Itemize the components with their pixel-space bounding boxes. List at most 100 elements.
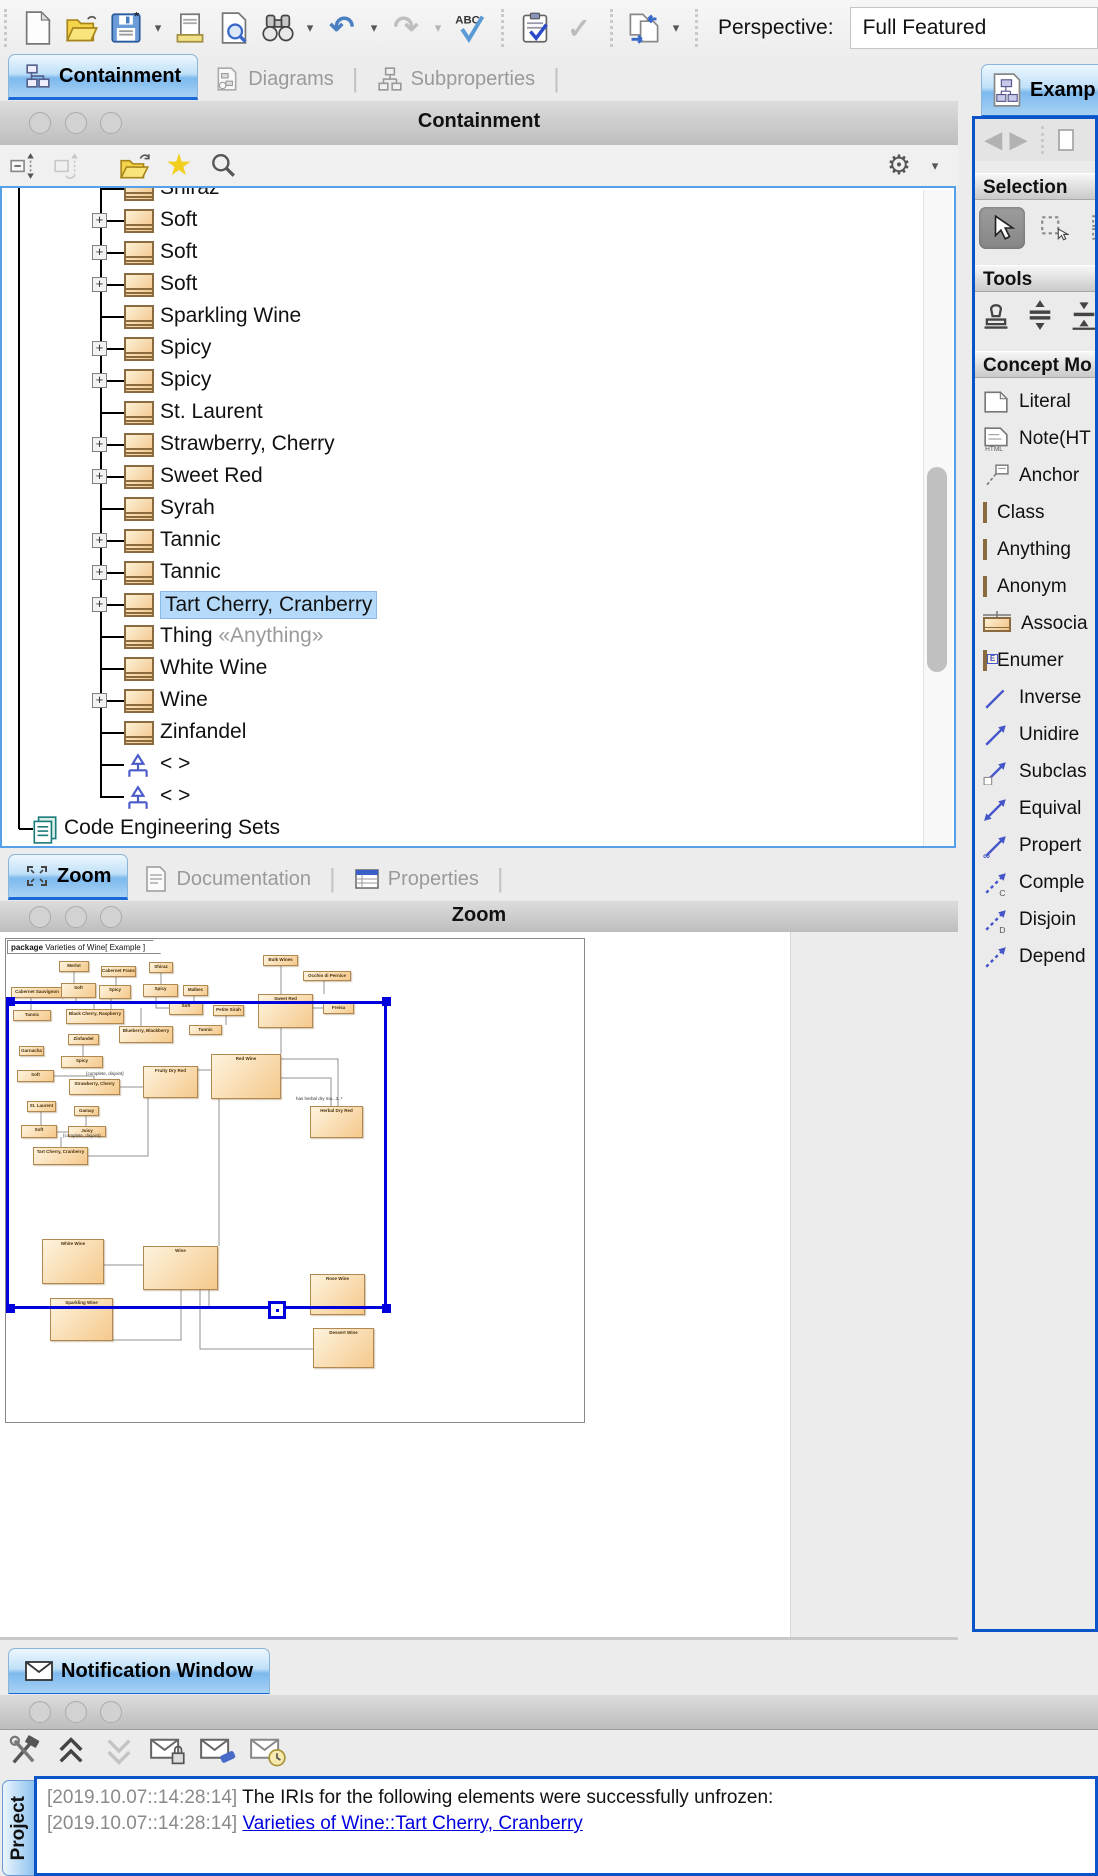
toolbox-item-literal[interactable]: Literal bbox=[975, 385, 1098, 419]
tree-item-tannic[interactable]: Tannic bbox=[160, 527, 221, 553]
marquee-select-button[interactable] bbox=[1031, 207, 1077, 249]
selection-handle[interactable] bbox=[6, 1304, 15, 1313]
tree-expander-plus[interactable]: + bbox=[92, 341, 107, 356]
tree-expander-plus[interactable]: + bbox=[92, 373, 107, 388]
toolbox-item-depend[interactable]: Depend bbox=[975, 940, 1098, 974]
stamp-tool-icon[interactable] bbox=[981, 299, 1011, 331]
tree-item-spicy[interactable]: Spicy bbox=[160, 335, 211, 361]
toolbox-header-selection[interactable]: Selection bbox=[975, 173, 1098, 200]
panel-options-caret[interactable]: ▾ bbox=[928, 158, 942, 174]
tree-item-code-engineering-sets[interactable]: Code Engineering Sets bbox=[64, 815, 280, 841]
transfer-button[interactable] bbox=[625, 8, 663, 48]
find-button[interactable] bbox=[259, 8, 297, 48]
toolbox-item-propert[interactable]: ∞Propert bbox=[975, 829, 1098, 863]
perspective-combo[interactable]: Full Featured bbox=[850, 7, 1098, 49]
quick-search-button[interactable] bbox=[206, 150, 240, 182]
tree-item-syrah[interactable]: Syrah bbox=[160, 495, 215, 521]
tree-expander-plus[interactable]: + bbox=[92, 277, 107, 292]
clear-notifications-icon[interactable] bbox=[200, 1735, 236, 1767]
toolbox-item-associa[interactable]: Associa bbox=[975, 607, 1098, 641]
toolbox-item-unidire[interactable]: Unidire bbox=[975, 718, 1098, 752]
window-button-close[interactable] bbox=[29, 1701, 51, 1723]
tab-containment[interactable]: Containment bbox=[8, 54, 198, 100]
undo-dropdown-caret[interactable]: ▾ bbox=[367, 20, 381, 36]
tree-item-white-wine[interactable]: White Wine bbox=[160, 655, 267, 681]
collapse-selected-button[interactable] bbox=[50, 150, 84, 182]
tree-expander-plus[interactable]: + bbox=[92, 693, 107, 708]
save-dropdown-caret[interactable]: ▾ bbox=[151, 20, 165, 36]
cursor-tool-button[interactable] bbox=[979, 207, 1025, 249]
tab-zoom[interactable]: Zoom bbox=[8, 854, 128, 900]
toolbox-item-subclas[interactable]: Subclas bbox=[975, 755, 1098, 789]
tree-item-soft[interactable]: Soft bbox=[160, 207, 197, 233]
transfer-dropdown-caret[interactable]: ▾ bbox=[669, 20, 683, 36]
diagram-node-malbec[interactable]: Malbec bbox=[183, 985, 208, 996]
tree-item-zinfandel[interactable]: Zinfandel bbox=[160, 719, 246, 745]
toolbox-header-tools[interactable]: Tools bbox=[975, 265, 1098, 292]
log-element-link[interactable]: Varieties of Wine::Tart Cherry, Cranberr… bbox=[242, 1813, 582, 1834]
partial-toolbar-icon[interactable] bbox=[1058, 129, 1074, 151]
project-vertical-tab[interactable]: Project bbox=[2, 1780, 34, 1876]
toolbox-item-disjoin[interactable]: DDisjoin bbox=[975, 903, 1098, 937]
tree-expander-plus[interactable]: + bbox=[92, 533, 107, 548]
toolbox-header-concept-modeling[interactable]: Concept Mo bbox=[975, 351, 1098, 378]
multi-select-button[interactable] bbox=[1083, 207, 1098, 249]
tree-scrollbar-thumb[interactable] bbox=[927, 467, 947, 672]
toolbox-item-comple[interactable]: CComple bbox=[975, 866, 1098, 900]
compress-vertical-icon[interactable] bbox=[1069, 299, 1098, 331]
tree-expander-plus[interactable]: + bbox=[92, 597, 107, 612]
toolbox-item-anything[interactable]: Anything bbox=[975, 533, 1098, 567]
tree-item-shiraz[interactable]: Shiraz bbox=[160, 186, 220, 201]
diagram-node-cabernet-franc[interactable]: Cabernet Franc bbox=[101, 966, 136, 977]
forward-arrow-icon[interactable]: ▶ bbox=[1010, 127, 1027, 153]
tree-expander-plus[interactable]: + bbox=[92, 469, 107, 484]
toolbox-item-enumer[interactable]: EEnumer bbox=[975, 644, 1098, 678]
diagram-node-cabernet-sauvignon[interactable]: Cabernet Sauvignon bbox=[11, 987, 63, 998]
new-file-button[interactable] bbox=[19, 8, 57, 48]
tree-item--[interactable]: < > bbox=[160, 751, 190, 777]
settings-tools-icon[interactable] bbox=[8, 1735, 40, 1767]
tab-documentation[interactable]: Documentation bbox=[128, 858, 327, 900]
collapse-all-button[interactable] bbox=[6, 150, 40, 182]
tab-subproperties[interactable]: Subproperties bbox=[361, 58, 552, 100]
tab-notification-window[interactable]: Notification Window bbox=[8, 1648, 270, 1696]
tree-scrollbar[interactable] bbox=[923, 190, 952, 848]
validate-button[interactable] bbox=[516, 8, 554, 48]
tree-expander-plus[interactable]: + bbox=[92, 213, 107, 228]
selection-handle[interactable] bbox=[382, 997, 391, 1006]
selection-handle[interactable] bbox=[382, 1304, 391, 1313]
spell-check-button[interactable]: ABC bbox=[451, 8, 489, 48]
diagram-node-spicy[interactable]: Spicy bbox=[99, 985, 131, 999]
panel-options-gear-button[interactable]: ⚙ bbox=[882, 150, 916, 182]
tree-expander-plus[interactable]: + bbox=[92, 437, 107, 452]
tree-item-strawberry-cherry[interactable]: Strawberry, Cherry bbox=[160, 431, 335, 457]
tree-item-sparkling-wine[interactable]: Sparkling Wine bbox=[160, 303, 301, 329]
tab-diagrams[interactable]: Diagrams bbox=[198, 58, 350, 100]
open-in-diagram-button[interactable] bbox=[118, 150, 152, 182]
window-button-minimize[interactable] bbox=[65, 1701, 87, 1723]
diagram-node-shiraz[interactable]: Shiraz bbox=[149, 962, 173, 973]
save-button[interactable]: * bbox=[107, 8, 145, 48]
tree-item-thing[interactable]: Thing «Anything» bbox=[160, 623, 323, 649]
diagram-node-soft[interactable]: Soft bbox=[61, 983, 96, 998]
toolbox-item-anchor[interactable]: Anchor bbox=[975, 459, 1098, 493]
toolbox-item-note-ht[interactable]: HTMLNote(HT bbox=[975, 422, 1098, 456]
expand-all-icon[interactable] bbox=[54, 1735, 88, 1767]
favorites-button[interactable]: ★ bbox=[162, 150, 196, 182]
tab-properties[interactable]: Properties bbox=[338, 858, 495, 900]
notification-history-icon[interactable] bbox=[250, 1735, 286, 1767]
diagram-node-dessert-wine[interactable]: Dessert Wine bbox=[313, 1328, 374, 1368]
undo-button[interactable]: ↶ bbox=[323, 8, 361, 48]
tree-item-soft[interactable]: Soft bbox=[160, 239, 197, 265]
tree-item-sweet-red[interactable]: Sweet Red bbox=[160, 463, 263, 489]
zoom-diagram-thumbnail[interactable]: package Varieties of Wine[ Example ] Mer… bbox=[5, 938, 585, 1423]
diagram-node-spicy[interactable]: Spicy bbox=[143, 984, 178, 997]
tab-example-diagram[interactable]: Examp bbox=[981, 64, 1098, 118]
find-dropdown-caret[interactable]: ▾ bbox=[303, 20, 317, 36]
tree-item-spicy[interactable]: Spicy bbox=[160, 367, 211, 393]
tree-item--[interactable]: < > bbox=[160, 783, 190, 809]
tree-item-wine[interactable]: Wine bbox=[160, 687, 208, 713]
diagram-node-occhio-di-pernice[interactable]: Occhio di Pernice bbox=[303, 971, 351, 981]
commit-check-button[interactable]: ✓ bbox=[560, 8, 598, 48]
toolbox-item-class[interactable]: Class bbox=[975, 496, 1098, 530]
